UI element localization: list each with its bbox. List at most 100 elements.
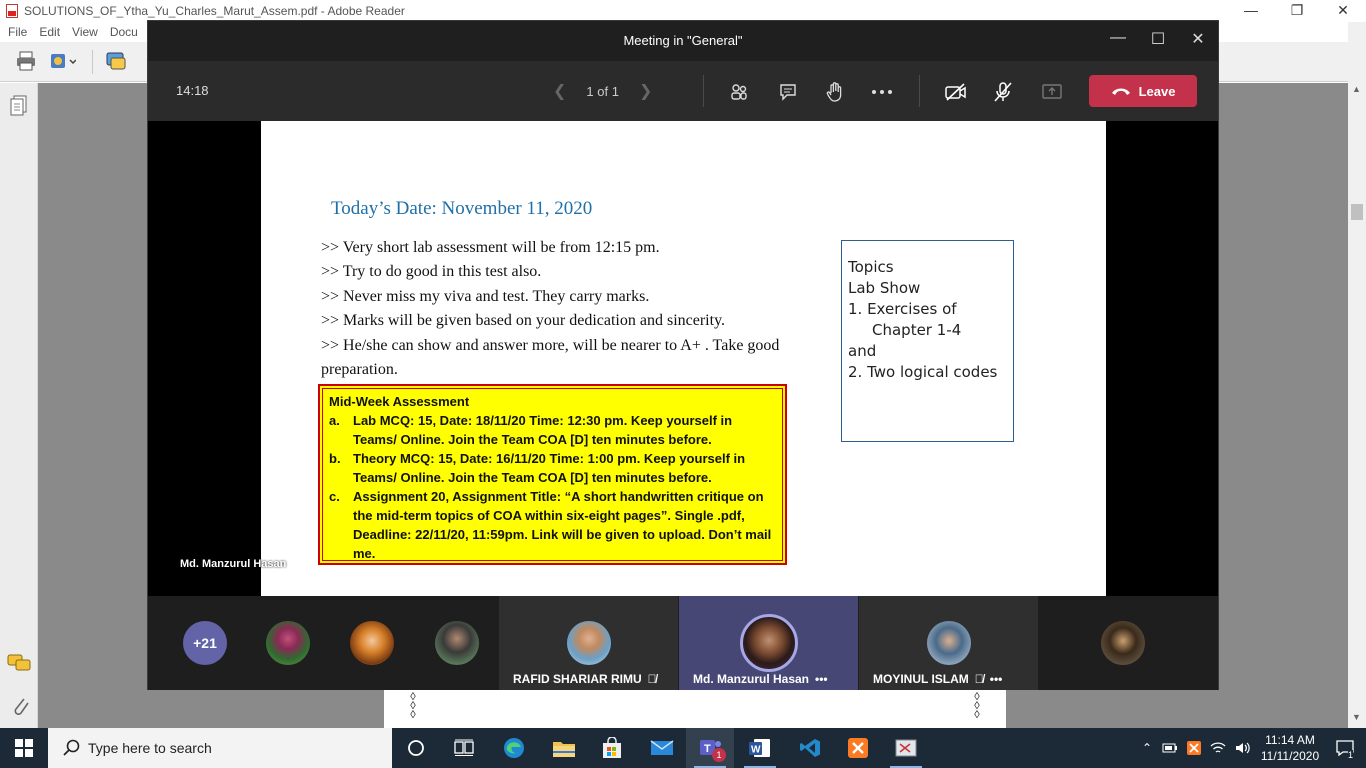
pages-panel-icon[interactable] — [10, 95, 28, 117]
page-navigation: ❮ 1 of 1 ❯ — [553, 81, 652, 101]
teams-close-button[interactable]: ✕ — [1178, 29, 1218, 49]
participants-button[interactable] — [727, 81, 751, 103]
action-center-button[interactable]: 1 — [1324, 728, 1366, 768]
menu-document[interactable]: Docu — [110, 25, 138, 39]
word-icon: W — [749, 739, 770, 757]
teams-maximize-button[interactable]: ☐ — [1138, 29, 1178, 49]
comments-panel-icon[interactable] — [7, 653, 33, 673]
clock-date: 11/11/2020 — [1260, 749, 1320, 763]
mic-toggle-button[interactable] — [991, 81, 1015, 103]
comment-review-icon — [106, 52, 126, 70]
assessment-item: a. Lab MCQ: 15, Date: 18/11/20 Time: 12:… — [329, 413, 733, 447]
file-explorer-button[interactable] — [540, 728, 588, 768]
teams-meeting-window: Meeting in "General" — ☐ ✕ 14:18 ❮ 1 of … — [147, 20, 1219, 690]
task-view-button[interactable] — [440, 728, 488, 768]
cortana-button[interactable] — [392, 728, 440, 768]
more-options-icon[interactable]: ••• — [815, 672, 828, 686]
reader-titlebar: SOLUTIONS_OF_Ytha_Yu_Charles_Marut_Assem… — [0, 0, 1366, 22]
leave-button[interactable]: Leave — [1089, 75, 1197, 107]
export-button[interactable] — [48, 48, 76, 74]
mail-button[interactable] — [638, 728, 686, 768]
menu-file[interactable]: File — [8, 25, 27, 39]
snipping-tool-icon — [895, 739, 917, 757]
participant-name: MOYINUL ISLAM — [873, 672, 969, 686]
mic-muted-icon: 🎙̸ — [974, 672, 984, 686]
word-taskbar-button[interactable]: W — [736, 728, 784, 768]
show-hidden-icons-button[interactable]: ⌃ — [1142, 741, 1152, 755]
notification-count: 1 — [1348, 750, 1354, 760]
participants-icon — [731, 84, 747, 100]
store-button[interactable] — [588, 728, 636, 768]
search-icon — [63, 739, 80, 756]
reader-scrollbar[interactable]: ▲ ▼ — [1348, 22, 1366, 728]
store-bag-icon — [603, 737, 621, 758]
shared-slide: Today’s Date: November 11, 2020 >> Very … — [261, 121, 1106, 596]
pdf-file-icon — [6, 4, 18, 18]
participant-tile[interactable]: RAFID SHARIAR RIMU 🎙̸ — [499, 596, 678, 690]
raise-hand-button[interactable] — [823, 81, 847, 103]
svg-text:W: W — [751, 745, 761, 756]
presenter-name: Md. Manzurul Hasan — [180, 558, 287, 570]
slide-bullet: >> Marks will be given based on your ded… — [321, 312, 726, 330]
chat-icon — [780, 84, 796, 101]
overflow-participants-badge[interactable]: +21 — [183, 621, 227, 665]
slide-bullet: >> Very short lab assessment will be fro… — [321, 239, 660, 256]
xampp-taskbar-button[interactable] — [834, 728, 882, 768]
reader-restore-button[interactable]: ❐ — [1274, 0, 1320, 22]
system-tray: ⌃ 11:14 AM 11/11/2020 1 — [1142, 728, 1366, 768]
scrollbar-thumb[interactable] — [1351, 204, 1363, 220]
hang-up-icon — [1111, 88, 1130, 95]
teams-taskbar-button[interactable]: T 1 — [686, 728, 734, 768]
participant-tile[interactable] — [1039, 596, 1218, 690]
xampp-tray-icon[interactable] — [1186, 740, 1202, 756]
participant-name: Md. Manzurul Hasan — [693, 672, 810, 686]
leave-label: Leave — [1138, 83, 1176, 99]
avatar — [927, 621, 971, 665]
raise-hand-icon — [826, 82, 842, 102]
search-placeholder: Type here to search — [88, 740, 212, 756]
reader-close-button[interactable]: ✕ — [1320, 0, 1366, 22]
participant-tile[interactable]: MOYINUL ISLAM 🎙̸ ••• — [859, 596, 1038, 690]
teams-minimize-button[interactable]: — — [1098, 29, 1138, 47]
reader-taskbar-button[interactable] — [882, 728, 930, 768]
reader-minimize-button[interactable]: — — [1228, 0, 1274, 22]
clock-time: 11:14 AM — [1265, 733, 1315, 747]
menu-view[interactable]: View — [72, 25, 98, 39]
start-button[interactable] — [0, 728, 48, 768]
edge-icon — [504, 738, 524, 758]
previous-page-button[interactable]: ❮ — [553, 81, 566, 101]
clock[interactable]: 11:14 AM 11/11/2020 — [1256, 732, 1324, 764]
next-page-button[interactable]: ❯ — [639, 81, 652, 101]
avatar[interactable] — [350, 621, 394, 665]
share-tray-button[interactable] — [1040, 81, 1064, 103]
pdf-page-edge: ◊ ◊ ◊ ◊ ◊ ◊ — [384, 689, 1006, 728]
battery-icon[interactable] — [1162, 741, 1178, 755]
more-icon — [872, 90, 892, 94]
vscode-taskbar-button[interactable] — [786, 728, 834, 768]
more-actions-button[interactable] — [870, 81, 894, 103]
menu-edit[interactable]: Edit — [39, 25, 60, 39]
wifi-icon[interactable] — [1210, 741, 1226, 755]
participant-tile-active-speaker[interactable]: Md. Manzurul Hasan ••• — [679, 596, 858, 690]
avatar[interactable] — [266, 621, 310, 665]
teams-titlebar: Meeting in "General" — ☐ ✕ — [148, 21, 1218, 61]
printer-icon — [17, 51, 35, 71]
slide-bullet: >> Never miss my viva and test. They car… — [321, 287, 650, 305]
print-button[interactable] — [12, 48, 40, 74]
camera-toggle-button[interactable] — [944, 81, 968, 103]
more-options-icon[interactable]: ••• — [990, 672, 1003, 686]
meeting-title: Meeting in "General" — [623, 33, 743, 48]
volume-icon[interactable] — [1234, 741, 1252, 755]
review-button[interactable] — [102, 48, 130, 74]
avatar[interactable] — [435, 621, 479, 665]
attachments-icon[interactable] — [10, 695, 30, 717]
edge-taskbar-button[interactable] — [490, 728, 538, 768]
assessment-item: b. Theory MCQ: 15, Date: 16/11/20 Time: … — [329, 451, 746, 485]
topics-box: Topics Lab Show 1. Exercises of Chapter … — [841, 240, 1014, 442]
shared-content-stage: Today’s Date: November 11, 2020 >> Very … — [148, 121, 1218, 596]
meeting-control-bar: 14:18 ❮ 1 of 1 ❯ Leave — [148, 61, 1218, 121]
camera-off-icon — [945, 83, 966, 101]
chat-button[interactable] — [776, 81, 800, 103]
share-screen-icon — [1042, 84, 1062, 99]
taskbar-search-box[interactable]: Type here to search — [48, 728, 392, 768]
